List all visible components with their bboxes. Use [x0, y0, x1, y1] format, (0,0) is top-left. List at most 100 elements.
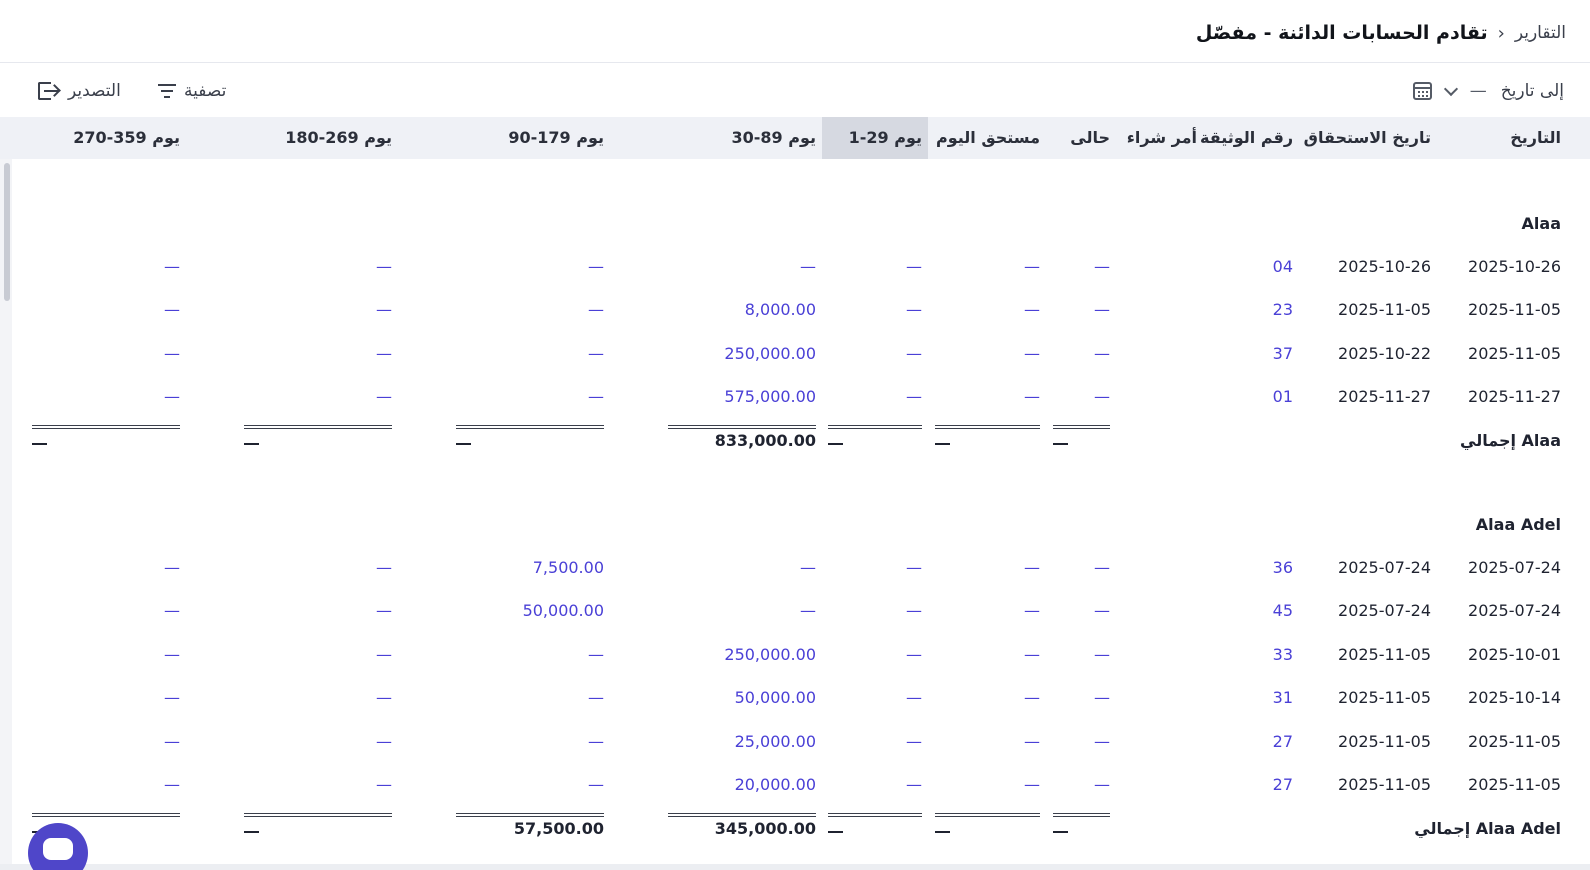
to-date-filter[interactable]: إلى تاريخ —: [1407, 78, 1564, 104]
horizontal-scrollbar[interactable]: [0, 864, 1590, 870]
filter-button[interactable]: تصفية: [158, 78, 226, 104]
document-number-link[interactable]: 27: [1273, 732, 1293, 752]
empty-amount: —: [906, 688, 922, 708]
document-number-link[interactable]: 23: [1273, 300, 1293, 320]
group-total-amount: 345,000.00: [714, 818, 816, 838]
document-number-link[interactable]: 01: [1273, 387, 1293, 407]
row-due-date: 2025-11-05: [1338, 731, 1431, 751]
empty-amount: —: [1024, 688, 1040, 708]
empty-amount: —: [376, 601, 392, 621]
total-underline: [244, 425, 392, 430]
amount-link[interactable]: 8,000.00: [745, 300, 816, 320]
document-number-link[interactable]: 33: [1273, 645, 1293, 665]
empty-amount: —: [1094, 387, 1110, 407]
empty-amount: —: [1094, 775, 1110, 794]
breadcrumb-reports-link[interactable]: التقارير: [1515, 23, 1566, 43]
empty-amount: —: [376, 300, 392, 320]
column-header-b1-29[interactable]: 1-29 يوم: [822, 117, 928, 159]
total-underline: [32, 425, 180, 430]
empty-amount: —: [376, 688, 392, 708]
column-header-current[interactable]: حالى: [1048, 117, 1118, 159]
empty-amount: —: [1024, 300, 1040, 320]
row-due-date: 2025-11-27: [1338, 387, 1431, 407]
row-due-date: 2025-10-22: [1338, 343, 1431, 363]
row-due-date: 2025-11-05: [1338, 775, 1431, 794]
row-due-date: 2025-07-24: [1338, 558, 1431, 577]
empty-amount: —: [588, 343, 604, 363]
total-underline: [456, 813, 604, 817]
column-header-b90-179[interactable]: 90-179 يوم: [400, 117, 610, 159]
amount-link[interactable]: 7,500.00: [533, 558, 604, 578]
empty-amount: —: [588, 775, 604, 794]
empty-amount: —: [1024, 644, 1040, 664]
total-empty-marker: [32, 442, 47, 445]
scrollbar-thumb[interactable]: [4, 163, 10, 301]
total-empty-marker: [935, 830, 950, 833]
amount-link[interactable]: 50,000.00: [523, 601, 604, 621]
row-date: 2025-10-14: [1468, 688, 1561, 708]
total-empty-marker: [1053, 830, 1068, 833]
total-underline: [828, 813, 922, 817]
filter-button-label: تصفية: [184, 81, 227, 101]
empty-amount: —: [1024, 775, 1040, 794]
empty-amount: —: [164, 257, 180, 276]
calendar-icon[interactable]: [1412, 82, 1432, 100]
amount-link[interactable]: 575,000.00: [724, 387, 816, 407]
document-number-link[interactable]: 45: [1273, 601, 1293, 621]
column-header-date[interactable]: التاريخ: [1440, 117, 1590, 159]
to-date-value: —: [1469, 81, 1487, 101]
document-number-link[interactable]: 36: [1273, 558, 1293, 578]
document-number-link[interactable]: 04: [1273, 257, 1293, 277]
amount-link[interactable]: 20,000.00: [735, 775, 816, 795]
row-date: 2025-11-05: [1468, 775, 1561, 794]
amount-link[interactable]: 250,000.00: [724, 645, 816, 665]
row-date: 2025-11-05: [1468, 343, 1561, 363]
document-number-link[interactable]: 27: [1273, 775, 1293, 795]
total-empty-marker: [828, 830, 843, 833]
empty-amount: —: [588, 644, 604, 664]
empty-amount: —: [376, 343, 392, 363]
column-header-po[interactable]: أمر شراء: [1118, 117, 1200, 159]
amount-link[interactable]: 25,000.00: [735, 732, 816, 752]
total-underline: [32, 813, 180, 817]
empty-amount: —: [906, 731, 922, 751]
total-underline: [244, 813, 392, 817]
empty-amount: —: [376, 558, 392, 577]
row-date: 2025-11-27: [1468, 387, 1561, 407]
report-toolbar: إلى تاريخ — تصفية التصدير: [0, 63, 1590, 117]
amount-link[interactable]: 50,000.00: [735, 688, 816, 708]
amount-link[interactable]: 250,000.00: [724, 344, 816, 364]
group-total-label: إجمالي Alaa Adel: [1414, 818, 1561, 838]
chevron-down-icon[interactable]: [1443, 81, 1458, 96]
empty-amount: —: [164, 343, 180, 363]
total-empty-marker: [1053, 442, 1068, 445]
document-number-link[interactable]: 37: [1273, 344, 1293, 364]
export-button-label: التصدير: [68, 81, 121, 101]
empty-amount: —: [376, 775, 392, 794]
empty-amount: —: [1094, 601, 1110, 621]
column-header-due-today[interactable]: مستحق اليوم: [928, 117, 1048, 159]
empty-amount: —: [164, 775, 180, 794]
document-number-link[interactable]: 31: [1273, 688, 1293, 708]
chat-icon: [43, 838, 73, 860]
column-header-b30-89[interactable]: 30-89 يوم: [610, 117, 822, 159]
column-header-doc-no[interactable]: رقم الوثيقة: [1200, 117, 1300, 159]
row-due-date: 2025-11-05: [1338, 644, 1431, 664]
column-header-b180-269[interactable]: 180-269 يوم: [190, 117, 400, 159]
row-date: 2025-07-24: [1468, 558, 1561, 577]
empty-amount: —: [588, 387, 604, 407]
column-header-due-date[interactable]: تاريخ الاستحقاق: [1300, 117, 1440, 159]
empty-amount: —: [164, 558, 180, 577]
total-underline: [1053, 425, 1110, 430]
empty-amount: —: [800, 558, 816, 577]
export-button[interactable]: التصدير: [38, 78, 121, 104]
empty-amount: —: [1024, 558, 1040, 577]
total-underline: [828, 425, 922, 430]
total-underline: [935, 425, 1040, 430]
empty-amount: —: [164, 601, 180, 621]
empty-amount: —: [1024, 731, 1040, 751]
column-header-b270-359[interactable]: 270-359 يوم: [16, 117, 190, 159]
top-bar: التقارير › تقادم الحسابات الدائنة - مفصّ…: [0, 0, 1590, 63]
total-underline: [1053, 813, 1110, 817]
total-empty-marker: [828, 442, 843, 445]
